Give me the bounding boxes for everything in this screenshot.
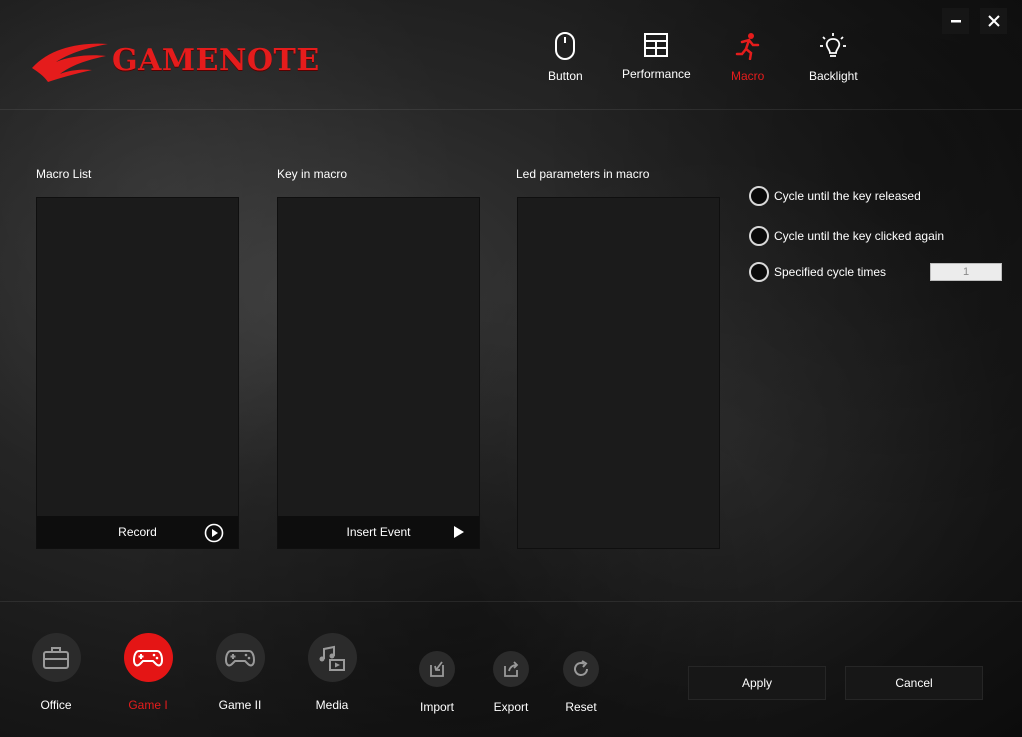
option-label: Cycle until the key clicked again xyxy=(774,229,945,243)
cycle-times-option[interactable]: Specified cycle times xyxy=(749,262,886,282)
gamepad-icon xyxy=(133,649,163,666)
radio-button[interactable] xyxy=(749,262,769,282)
cycle-times-input[interactable] xyxy=(930,263,1002,281)
brand-name: GAMENOTE xyxy=(112,42,320,78)
mode-office[interactable]: Office xyxy=(26,633,86,712)
claw-logo-icon xyxy=(32,43,108,82)
mode-label: Game I xyxy=(128,698,168,712)
close-icon xyxy=(987,15,1000,27)
play-icon xyxy=(454,526,464,538)
radio-button[interactable] xyxy=(749,226,769,246)
tab-label: Macro xyxy=(731,69,765,83)
header: GAMENOTE Button Performance Macro Backli… xyxy=(0,0,1022,110)
mode-game-2[interactable]: Game II xyxy=(210,633,270,712)
gamepad-icon xyxy=(225,649,255,666)
mode-circle[interactable] xyxy=(307,633,357,682)
export-circle[interactable] xyxy=(493,651,529,687)
tab-label: Backlight xyxy=(809,69,858,83)
reset-icon xyxy=(574,660,588,676)
import-button[interactable]: Import xyxy=(412,651,462,714)
import-icon xyxy=(430,661,444,677)
divider xyxy=(0,601,1022,602)
led-params-panel[interactable] xyxy=(517,197,720,549)
minimize-icon xyxy=(950,20,961,23)
mode-label: Game II xyxy=(218,698,262,712)
tab-button[interactable]: Button xyxy=(548,32,583,83)
mode-game-1[interactable]: Game I xyxy=(118,633,178,712)
reset-button[interactable]: Reset xyxy=(556,651,606,714)
export-icon xyxy=(504,661,519,677)
play-circle-icon xyxy=(204,523,224,543)
key-in-macro-panel[interactable]: Insert Event xyxy=(277,197,480,549)
insert-event-label: Insert Event xyxy=(346,525,411,539)
briefcase-icon xyxy=(43,646,69,669)
mode-circle[interactable] xyxy=(215,633,265,682)
mouse-icon xyxy=(555,32,576,60)
apply-button[interactable]: Apply xyxy=(688,666,826,700)
logo: GAMENOTE xyxy=(30,38,320,82)
mode-label: Office xyxy=(40,698,72,712)
lightbulb-icon xyxy=(820,33,847,57)
close-button[interactable] xyxy=(980,8,1007,34)
macro-list-panel[interactable]: Record xyxy=(36,197,239,549)
tab-backlight[interactable]: Backlight xyxy=(809,32,858,83)
option-label: Specified cycle times xyxy=(774,265,887,279)
mode-label: Media xyxy=(315,698,349,712)
minimize-button[interactable] xyxy=(942,8,969,34)
grid-icon xyxy=(644,33,669,57)
media-icon xyxy=(319,645,345,671)
mode-circle[interactable] xyxy=(31,633,81,682)
import-circle[interactable] xyxy=(419,651,455,687)
tab-label: Button xyxy=(548,69,583,83)
export-label: Export xyxy=(493,700,529,714)
import-label: Import xyxy=(419,700,454,714)
key-in-macro-title: Key in macro xyxy=(277,167,348,181)
tab-macro[interactable]: Macro xyxy=(731,32,764,83)
tab-label: Performance xyxy=(622,67,691,81)
macro-list-title: Macro List xyxy=(36,167,92,181)
tab-performance[interactable]: Performance xyxy=(622,32,691,81)
cycle-released-option[interactable]: Cycle until the key released xyxy=(749,186,921,206)
insert-event-button[interactable]: Insert Event xyxy=(278,516,479,548)
running-man-icon xyxy=(735,33,759,60)
record-label: Record xyxy=(118,525,157,539)
mode-media[interactable]: Media xyxy=(302,633,362,712)
option-label: Cycle until the key released xyxy=(774,189,921,203)
mode-circle[interactable] xyxy=(123,633,173,682)
cancel-button[interactable]: Cancel xyxy=(845,666,983,700)
cycle-clicked-option[interactable]: Cycle until the key clicked again xyxy=(749,226,944,246)
record-button[interactable]: Record xyxy=(37,516,238,548)
reset-circle[interactable] xyxy=(563,651,599,687)
led-params-title: Led parameters in macro xyxy=(516,167,650,181)
radio-button[interactable] xyxy=(749,186,769,206)
reset-label: Reset xyxy=(565,700,597,714)
export-button[interactable]: Export xyxy=(486,651,536,714)
